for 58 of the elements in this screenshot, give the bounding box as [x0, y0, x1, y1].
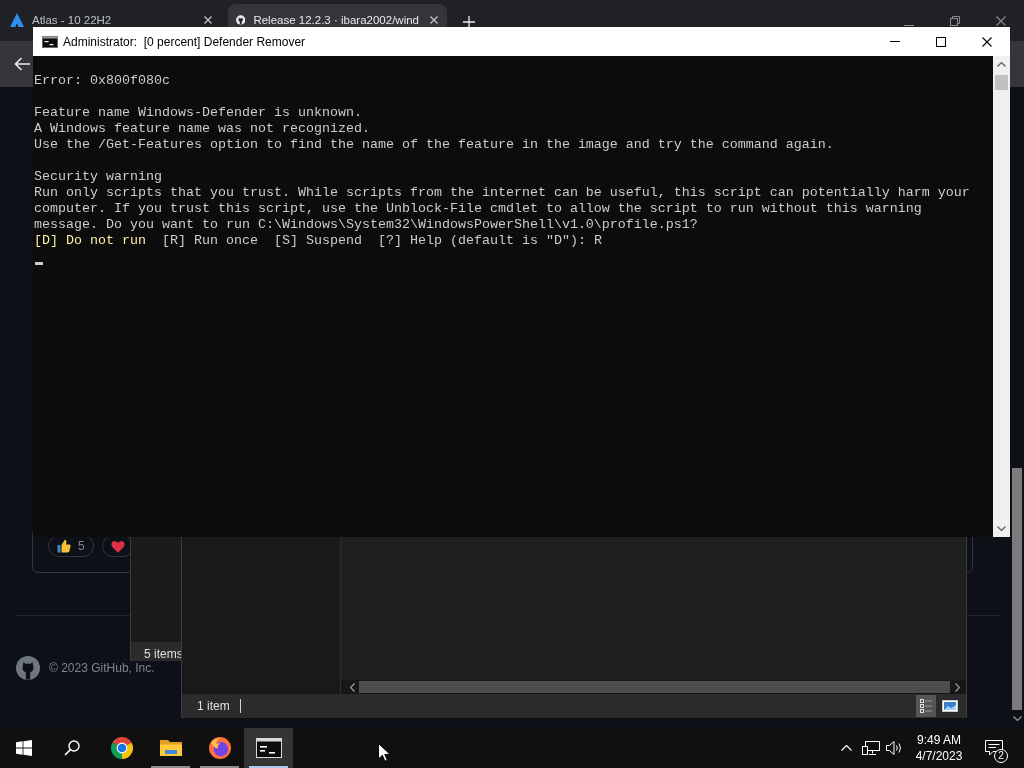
item-count-text: 1 item: [197, 699, 230, 713]
console-line: Security warning: [34, 169, 162, 185]
notification-badge: 2: [994, 749, 1008, 763]
console-line: A Windows feature name was not recognized.: [34, 121, 370, 137]
heart-icon: [110, 539, 125, 553]
caret-up-icon: [997, 62, 1006, 67]
browser-tab[interactable]: Release 12.2.3 · ibara2002/wind: [228, 4, 447, 27]
github-logo-icon[interactable]: [16, 656, 40, 680]
prompt-choice: [R] Run once: [162, 233, 258, 249]
mouse-pointer-icon: [378, 743, 391, 762]
prompt-choice: [D] Do not run: [34, 233, 146, 249]
scrollbar-thumb[interactable]: [995, 75, 1008, 90]
search-icon: [64, 740, 80, 756]
windows-logo-icon: [16, 740, 32, 756]
caret-down-icon: [997, 526, 1006, 531]
window-title: Administrator: [0 percent] Defender Remover: [63, 34, 306, 49]
firefox-icon: [207, 736, 232, 760]
console-line: Run only scripts that you trust. While scripts from the internet can be useful, this script can potentially harm your: [34, 185, 970, 201]
folder-icon: [158, 738, 183, 758]
console-line: computer. If you trust this script, use the Unblock-File cmdlet to allow the script to run without this warning: [34, 201, 922, 217]
minimize-icon: [890, 41, 900, 42]
network-icon: [862, 740, 880, 756]
prompt-choice: [S] Suspend: [273, 233, 362, 249]
restore-icon: [950, 16, 960, 26]
taskbar-app-button[interactable]: [244, 728, 293, 768]
close-icon: [982, 36, 992, 47]
close-icon: [204, 16, 212, 24]
text-cursor: [35, 262, 43, 265]
console-line: Feature name Windows-Defender is unknown.: [34, 105, 362, 121]
scrollbar-thumb[interactable]: [359, 681, 950, 693]
console-icon: [255, 738, 282, 758]
caret-left-icon: [349, 682, 355, 692]
clock-button[interactable]: 9:49 AM 4/7/2023: [912, 728, 966, 768]
caret-right-icon: [954, 682, 960, 692]
console-line: Error: 0x800f080c: [34, 73, 170, 89]
caret-down-icon[interactable]: [1012, 716, 1022, 721]
details-view-icon: [920, 699, 932, 713]
chrome-icon: [109, 736, 134, 760]
console-icon: [42, 35, 58, 48]
caret-up-icon: [840, 745, 852, 751]
triangle-logo-icon: [10, 13, 24, 27]
github-logo-icon: [236, 13, 246, 27]
new-tab-button[interactable]: [461, 14, 477, 30]
copyright-text: © 2023 GitHub, Inc.: [49, 661, 155, 675]
action-center-button[interactable]: 2: [976, 728, 1012, 768]
prompt-choice: [?] Help (default is "D"): R: [377, 233, 602, 249]
close-icon: [996, 16, 1006, 26]
maximize-icon: [936, 36, 946, 47]
plus-icon: [463, 16, 475, 28]
scrollbar-thumb[interactable]: [1012, 468, 1022, 710]
thumbs-up-icon: [57, 539, 71, 553]
console-line: Use the /Get-Features option to find the name of the feature in the image and try the command again.: [34, 137, 834, 153]
close-icon: [430, 16, 438, 24]
speaker-icon: [885, 740, 903, 756]
back-arrow-icon: [14, 57, 30, 71]
minimize-icon: [904, 25, 914, 26]
console-line: message. Do you want to run C:\Windows\System32\WindowsPowerShell\v1.0\profile.ps1?: [34, 217, 698, 233]
large-icons-view-icon: [942, 700, 958, 712]
